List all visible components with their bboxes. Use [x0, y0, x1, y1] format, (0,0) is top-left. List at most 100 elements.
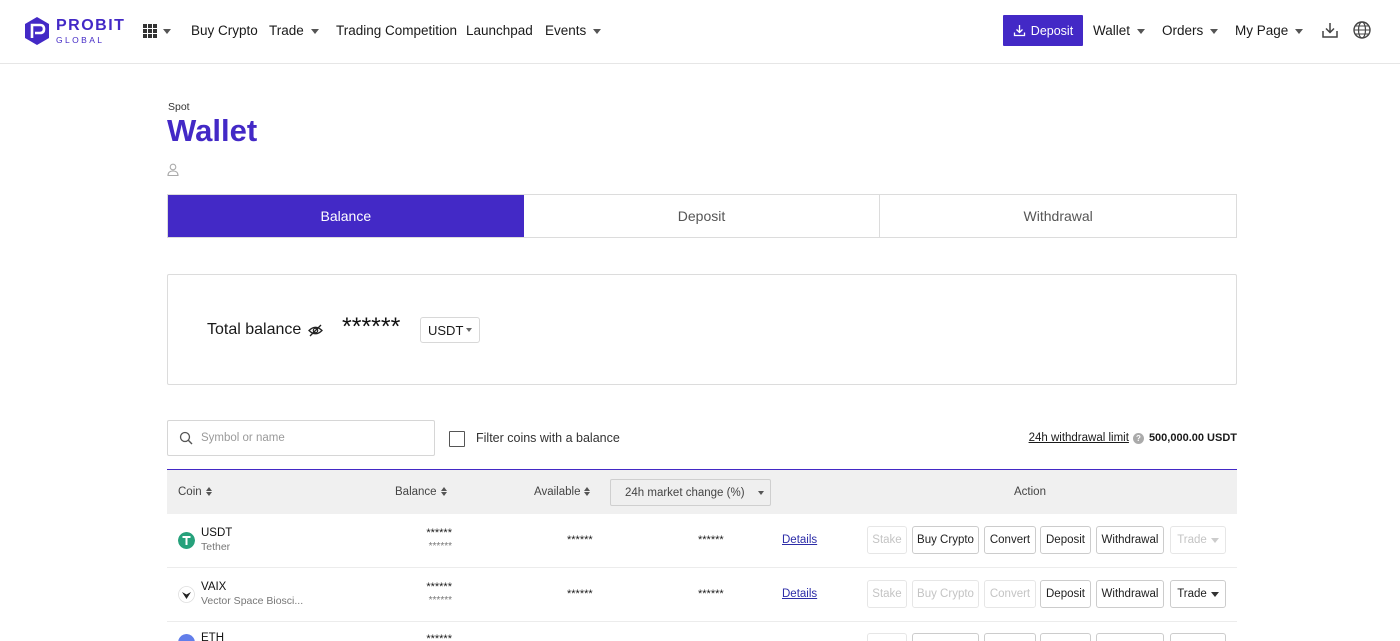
sort-icon: [205, 487, 212, 497]
buy-crypto-button[interactable]: Buy Crypto: [912, 526, 979, 554]
stake-button[interactable]: Stake: [867, 580, 907, 608]
coin-symbol: USDT: [201, 527, 233, 539]
tab-balance[interactable]: Balance: [168, 195, 524, 237]
coin-search: [167, 420, 435, 456]
nav-launchpad-label: Launchpad: [466, 23, 533, 38]
withdrawal-limit: 24h withdrawal limit ? 500,000.00 USDT: [1029, 432, 1237, 444]
trade-dropdown[interactable]: Trade: [1170, 526, 1226, 554]
top-navbar: PROBIT GLOBAL Buy Crypto Trade Trading C…: [0, 0, 1400, 64]
convert-button[interactable]: Convert: [984, 526, 1036, 554]
col-balance-header[interactable]: Balance: [395, 486, 447, 498]
tab-withdrawal[interactable]: Withdrawal: [880, 195, 1236, 237]
nav-trading-competition-label: Trading Competition: [336, 23, 458, 38]
details-link[interactable]: Details: [782, 534, 817, 546]
breadcrumb: Spot: [168, 101, 190, 113]
market-change-select[interactable]: 24h market change (%): [610, 479, 771, 506]
vaix-coin-icon: [178, 586, 195, 603]
chevron-down-icon: [163, 28, 171, 34]
balance-value: ******: [426, 633, 452, 641]
chevron-down-icon: [1210, 537, 1219, 543]
globe-icon[interactable]: [1352, 20, 1372, 40]
tether-coin-icon: [178, 532, 195, 549]
balance-sub-value: ******: [428, 595, 452, 606]
user-icon: [167, 163, 179, 176]
nav-my-page[interactable]: My Page: [1235, 23, 1304, 38]
trade-dropdown[interactable]: [1170, 633, 1226, 641]
balance-value: ******: [426, 527, 452, 539]
probit-logo-icon: [25, 17, 49, 45]
col-available-header[interactable]: Available: [534, 486, 591, 498]
col-coin-label: Coin: [178, 486, 202, 498]
total-balance-value: ******: [342, 313, 401, 341]
col-coin-header[interactable]: Coin: [178, 486, 212, 498]
table-row: USDT Tether ****** ****** ****** ****** …: [167, 514, 1237, 568]
details-link[interactable]: Details: [782, 588, 817, 600]
search-icon: [179, 431, 193, 445]
logo-wordmark: PROBIT: [56, 16, 126, 34]
coin-symbol: ETH: [201, 632, 224, 641]
total-balance-card: Total balance ****** USDT: [167, 274, 1237, 385]
search-input[interactable]: [201, 432, 421, 444]
currency-select[interactable]: USDT: [420, 317, 480, 343]
apps-grid-icon: [143, 24, 157, 38]
withdrawal-limit-value: 500,000.00 USDT: [1148, 432, 1237, 444]
deposit-button-label: Deposit: [1030, 23, 1074, 38]
help-icon[interactable]: ?: [1132, 432, 1144, 444]
market-change-value: ******: [698, 534, 724, 546]
table-row: VAIX Vector Space Biosci... ****** *****…: [167, 568, 1237, 622]
trade-dropdown-label: Trade: [1177, 534, 1207, 546]
stake-button[interactable]: Stake: [867, 526, 907, 554]
chevron-down-icon: [1210, 28, 1219, 34]
nav-wallet[interactable]: Wallet: [1093, 23, 1146, 38]
col-action-header: Action: [1014, 486, 1046, 498]
total-balance-label: Total balance: [207, 321, 302, 338]
convert-button[interactable]: Convert: [984, 580, 1036, 608]
buy-crypto-button[interactable]: [912, 633, 979, 641]
apps-menu-button[interactable]: [143, 24, 171, 38]
deposit-button[interactable]: Deposit: [1003, 15, 1083, 46]
currency-select-value: USDT: [428, 322, 464, 338]
withdrawal-button[interactable]: Withdrawal: [1096, 580, 1164, 608]
withdrawal-button[interactable]: Withdrawal: [1096, 526, 1164, 554]
withdrawal-button[interactable]: [1096, 633, 1164, 641]
nav-buy-crypto-label: Buy Crypto: [191, 23, 258, 38]
logo-subtitle: GLOBAL: [56, 34, 105, 45]
sort-icon: [440, 487, 447, 497]
nav-buy-crypto[interactable]: Buy Crypto: [191, 23, 258, 38]
nav-trade-label: Trade: [269, 23, 304, 38]
nav-launchpad[interactable]: Launchpad: [466, 23, 533, 38]
deposit-button[interactable]: [1040, 633, 1091, 641]
coin-name: Vector Space Biosci...: [201, 595, 304, 607]
deposit-button[interactable]: Deposit: [1040, 580, 1091, 608]
stake-button[interactable]: [867, 633, 907, 641]
chevron-down-icon: [1137, 28, 1146, 34]
tab-deposit[interactable]: Deposit: [524, 195, 881, 237]
nav-trading-competition[interactable]: Trading Competition: [336, 23, 457, 38]
coin-symbol: VAIX: [201, 581, 227, 593]
buy-crypto-button[interactable]: Buy Crypto: [912, 580, 979, 608]
chevron-down-icon: [593, 28, 602, 34]
eye-hidden-icon[interactable]: [308, 323, 323, 338]
download-icon: [1013, 25, 1025, 37]
balance-table-header: Coin Balance Available 24h market change…: [167, 469, 1237, 514]
nav-orders[interactable]: Orders: [1162, 23, 1219, 38]
nav-my-page-label: My Page: [1235, 23, 1289, 38]
page-title: Wallet: [167, 113, 258, 148]
convert-button[interactable]: [984, 633, 1036, 641]
nav-wallet-label: Wallet: [1093, 23, 1131, 38]
trade-dropdown[interactable]: Trade: [1170, 580, 1226, 608]
filter-balance-checkbox[interactable]: [449, 431, 465, 447]
nav-trade[interactable]: Trade: [269, 23, 319, 38]
nav-events-label: Events: [545, 23, 587, 38]
download-icon[interactable]: [1320, 20, 1340, 40]
balance-sub-value: ******: [428, 541, 452, 552]
table-row: ETH ******: [167, 622, 1237, 641]
market-change-value: ******: [698, 588, 724, 600]
col-available-label: Available: [534, 486, 581, 498]
withdrawal-limit-link[interactable]: 24h withdrawal limit: [1029, 432, 1129, 444]
probit-logo[interactable]: PROBIT GLOBAL: [24, 16, 125, 46]
nav-events[interactable]: Events: [545, 23, 602, 38]
trade-dropdown-label: Trade: [1177, 588, 1207, 600]
chevron-down-icon: [1295, 28, 1304, 34]
deposit-button[interactable]: Deposit: [1040, 526, 1091, 554]
